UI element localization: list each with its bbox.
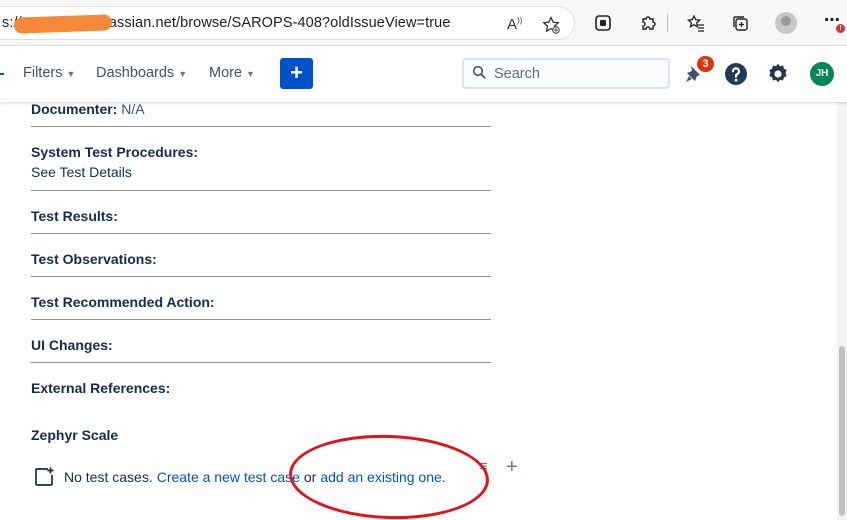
new-document-icon [35,467,54,486]
toolbar-divider [667,14,668,32]
field-test-observations: Test Observations: [31,251,491,267]
jira-top-nav: Filters ▼ Dashboards ▼ More ▼ + 3 JH [0,46,847,102]
browser-toolbar: s://usc.........s.atlassian.net/browse/S… [0,0,847,46]
field-documenter: Documenter: N/A [31,101,491,117]
field-divider [31,319,491,320]
create-test-case-link[interactable]: Create a new test case [157,469,300,485]
field-divider [31,276,491,277]
zephyr-add-icon[interactable]: + [506,456,518,479]
or-text: or [303,469,317,485]
search-input[interactable] [494,64,664,84]
browser-alert-badge: ! [836,24,845,33]
chevron-down-icon: ▼ [66,69,76,79]
nav-more-label: More [209,65,243,81]
field-label: System Test Procedures: [31,144,199,160]
field-ui-changes: UI Changes: [31,337,491,353]
read-aloud-icon[interactable]: A)) [507,16,522,33]
zephyr-options-icon[interactable]: ≡ [479,458,488,475]
field-label: External References: [31,380,171,396]
field-label: Documenter: [31,101,118,117]
add-favorite-icon[interactable] [542,15,560,38]
settings-gear-icon[interactable] [766,62,790,86]
active-nav-indicator [0,73,4,75]
url-redaction-scribble [13,14,113,34]
no-test-cases-text: No test cases. [64,469,153,485]
nav-filters[interactable]: Filters ▼ [23,65,75,81]
field-test-recommended-action: Test Recommended Action: [31,294,491,310]
field-value: N/A [121,101,145,117]
field-test-results: Test Results: [31,208,491,224]
puzzle-extensions-icon[interactable] [637,12,659,34]
add-existing-test-case-link[interactable]: add an existing one. [320,469,445,485]
zephyr-empty-state: No test cases. Create a new test case or… [33,466,446,488]
field-label: Test Observations: [31,251,157,267]
field-label: UI Changes: [31,337,113,353]
field-divider [31,190,491,191]
help-icon[interactable] [724,62,748,86]
field-external-references: External References: [31,380,491,396]
field-divider [31,126,491,127]
create-button[interactable]: + [280,58,313,89]
field-label: Test Results: [31,208,118,224]
user-avatar[interactable]: JH [810,62,834,86]
nav-dashboards[interactable]: Dashboards ▼ [96,65,187,81]
browser-profile-avatar[interactable] [775,12,797,34]
field-divider [31,233,491,234]
search-icon [472,65,486,79]
collections-icon[interactable] [729,12,751,34]
zephyr-scale-title: Zephyr Scale [31,427,119,443]
field-divider [31,362,491,363]
page-scrollbar-thumb[interactable] [839,346,845,516]
search-box[interactable] [462,58,670,89]
nav-filters-label: Filters [23,65,63,81]
field-system-test-procedures: System Test Procedures: See Test Details [31,144,491,180]
favorites-icon[interactable] [685,12,707,34]
nav-dashboards-label: Dashboards [96,65,175,81]
chevron-down-icon: ▼ [246,69,255,79]
address-bar[interactable]: s://usc.........s.atlassian.net/browse/S… [0,6,575,40]
field-value: See Test Details [31,164,132,180]
nav-more[interactable]: More ▼ [209,65,255,81]
notification-count-badge: 3 [697,56,714,72]
chevron-down-icon: ▼ [178,69,188,79]
field-label: Test Recommended Action: [31,294,215,310]
extension-icon[interactable] [592,12,614,34]
